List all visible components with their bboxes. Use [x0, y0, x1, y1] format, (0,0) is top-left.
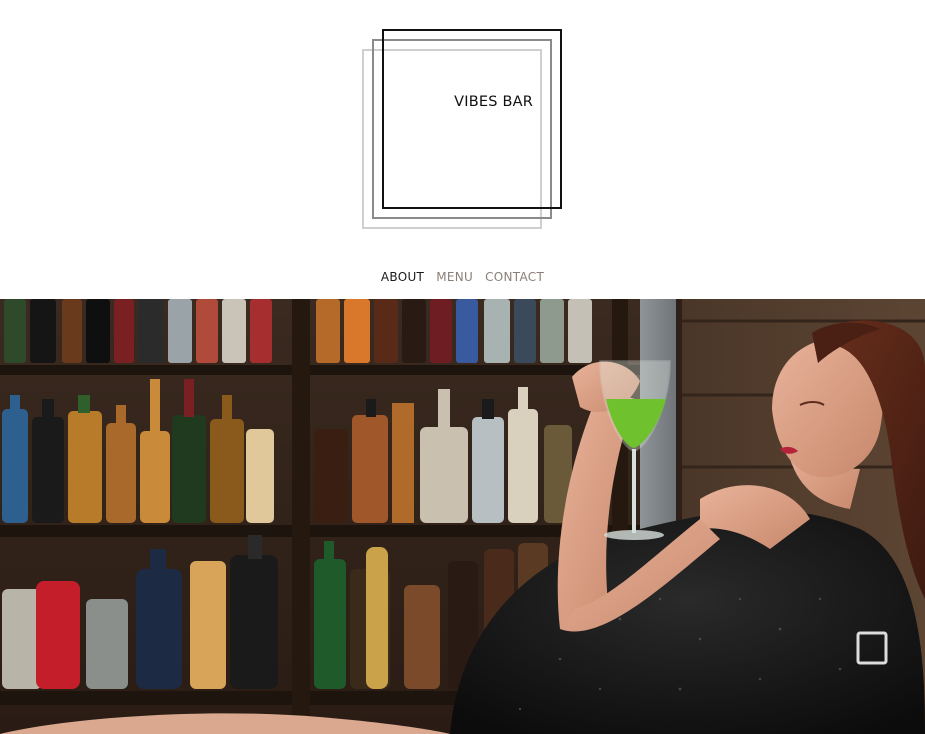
main-nav: ABOUT MENU CONTACT [0, 270, 925, 284]
nav-item-menu[interactable]: MENU [436, 270, 473, 284]
nav-item-about[interactable]: ABOUT [381, 270, 424, 284]
logo-text: VIBES BAR [454, 94, 533, 110]
site-logo[interactable]: VIBES BAR [360, 27, 566, 233]
logo-square-dark [382, 29, 562, 209]
hero-image [0, 299, 925, 734]
nav-item-contact[interactable]: CONTACT [485, 270, 544, 284]
bar-woman-photo-icon [0, 299, 925, 734]
page: VIBES BAR ABOUT MENU CONTACT [0, 0, 925, 734]
